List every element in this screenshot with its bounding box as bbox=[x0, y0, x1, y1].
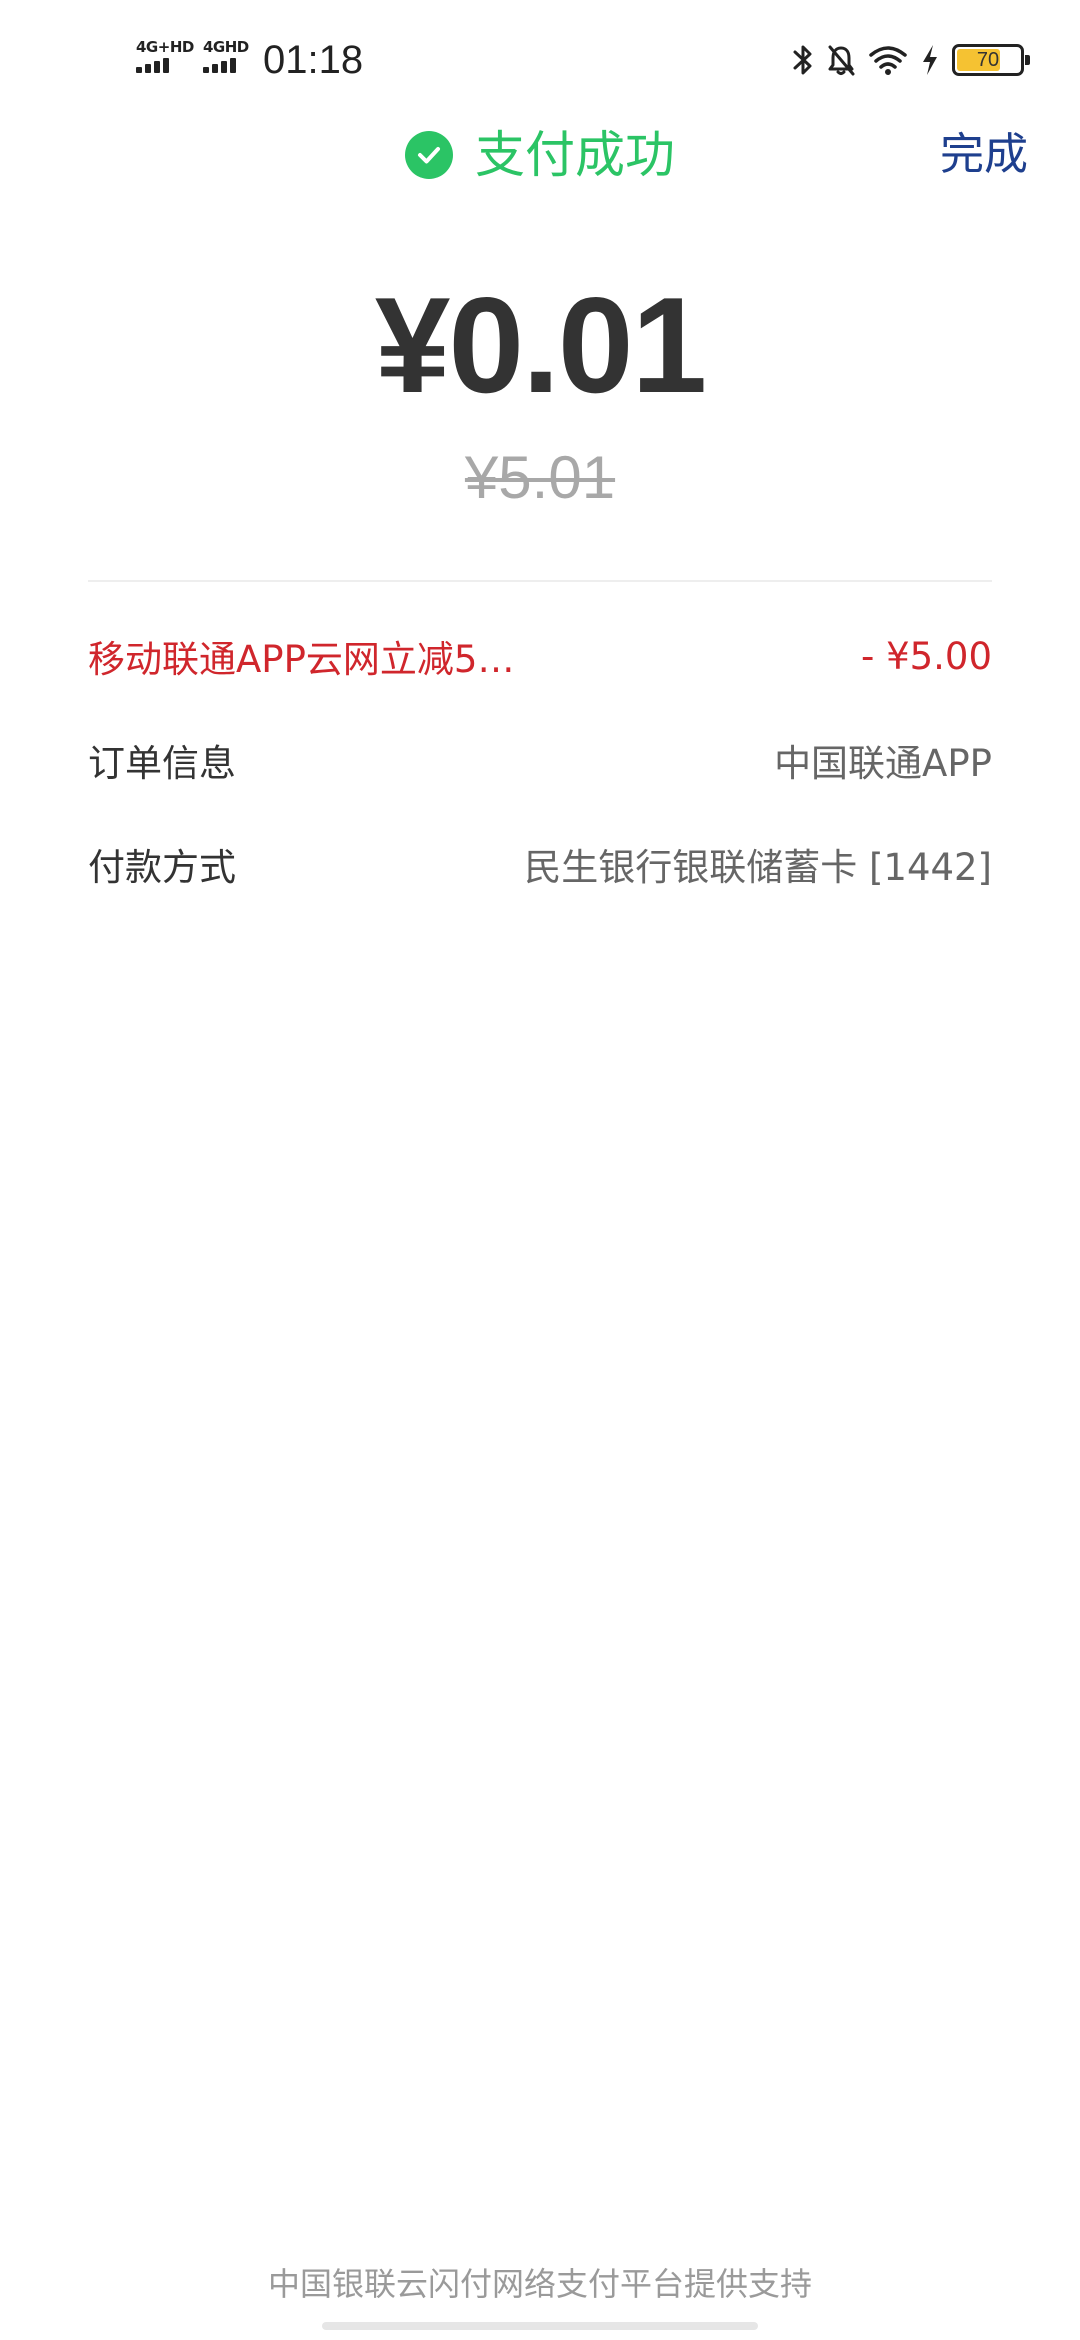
check-circle-icon bbox=[405, 131, 453, 179]
status-icons: 70 bbox=[792, 38, 1030, 82]
status-bar: 4G+HD 4GHD 01:18 70 bbox=[0, 0, 1080, 120]
original-amount: ¥5.01 bbox=[464, 444, 616, 511]
battery-level: 70 bbox=[976, 48, 1000, 71]
home-indicator[interactable] bbox=[322, 2322, 758, 2330]
order-info-value: 中国联通APP bbox=[774, 742, 992, 785]
page-title: 支付成功 bbox=[475, 126, 675, 184]
payment-method-value: 民生银行银联储蓄卡 [1442] bbox=[524, 846, 992, 889]
wifi-icon bbox=[869, 46, 907, 75]
order-info-row: 订单信息 中国联通APP bbox=[88, 732, 992, 788]
divider bbox=[88, 580, 992, 582]
charging-icon bbox=[923, 45, 937, 75]
discount-label: 移动联通APP云网立减5… bbox=[88, 638, 515, 681]
footer-text: 中国银联云闪付网络支付平台提供支持 bbox=[267, 2265, 812, 2303]
status-time: 01:18 bbox=[263, 38, 364, 82]
sim1-signal-icon: 4G+HD bbox=[136, 40, 194, 73]
discount-value: - ¥5.00 bbox=[860, 634, 992, 678]
payment-method-label: 付款方式 bbox=[88, 846, 236, 889]
title-group: 支付成功 bbox=[0, 120, 1080, 190]
signal-bars-icon bbox=[136, 58, 169, 73]
header: 支付成功 完成 bbox=[0, 120, 1080, 190]
signal-bars-icon bbox=[203, 58, 236, 73]
payment-method-row: 付款方式 民生银行银联储蓄卡 [1442] bbox=[88, 836, 992, 892]
sim2-signal-icon: 4GHD bbox=[203, 40, 249, 73]
discount-row: 移动联通APP云网立减5… - ¥5.00 bbox=[88, 628, 992, 684]
order-info-label: 订单信息 bbox=[88, 742, 236, 785]
mute-bell-icon bbox=[828, 45, 855, 76]
battery-icon: 70 bbox=[952, 44, 1030, 76]
done-button[interactable]: 完成 bbox=[940, 124, 1028, 186]
paid-amount: ¥0.01 bbox=[374, 269, 707, 421]
sim1-network-label: 4G+HD bbox=[136, 38, 194, 56]
bluetooth-icon bbox=[793, 45, 812, 75]
sim2-network-label: 4GHD bbox=[203, 38, 249, 56]
